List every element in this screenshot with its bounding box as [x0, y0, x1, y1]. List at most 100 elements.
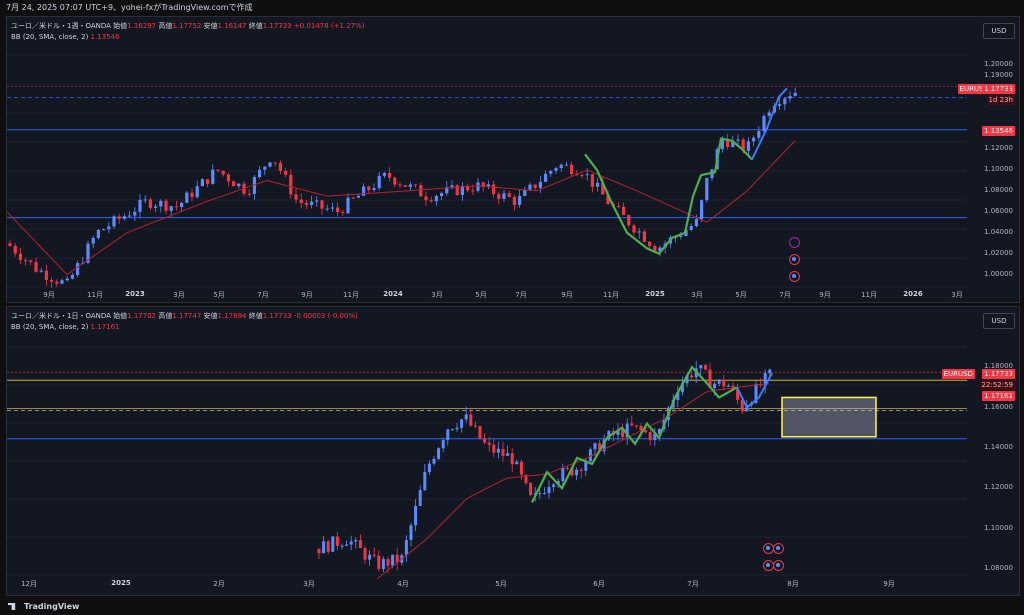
candle-body [232, 181, 236, 187]
candle-body [518, 195, 522, 205]
economic-event-icon[interactable] [773, 543, 784, 554]
candle-body [174, 206, 178, 208]
candle-body [630, 423, 634, 426]
candle-body [289, 174, 293, 195]
time-axis-tick: 7月 [687, 580, 699, 588]
time-axis-tick: 11月 [861, 291, 877, 299]
ohlc-open-value: 1.17702 [127, 312, 157, 320]
candle-body [703, 365, 707, 370]
candle-body [70, 275, 74, 279]
ohlc-open-key: 始値 [113, 312, 128, 320]
candle-body [154, 206, 158, 208]
weekly-candles[interactable] [7, 17, 1019, 302]
time-axis-tick: 5月 [495, 580, 507, 588]
price-axis-tick: 1.16000 [984, 402, 1013, 411]
candle-body [320, 200, 324, 209]
time-axis-tick: 2024 [383, 290, 403, 298]
candle-body [381, 559, 385, 570]
time-axis-tick: 9月 [43, 291, 55, 299]
brand-label: TradingView [24, 602, 80, 611]
candle-body [8, 243, 12, 246]
ohlc-open-key: 始値 [113, 22, 128, 30]
candle-body [429, 200, 433, 202]
candle-body [502, 193, 506, 199]
candle-body [143, 199, 147, 201]
time-axis-tick: 6月 [593, 580, 605, 588]
candle-body [523, 189, 527, 196]
candle-body [326, 541, 330, 552]
candle-body [190, 192, 194, 198]
lightning-event-icon[interactable] [789, 237, 800, 248]
weekly-chart-pane[interactable]: ユーロ／米ドル・1週・OANDA 始値1.16297 高値1.17752 安値1… [6, 16, 1020, 303]
legend-title: ユーロ／米ドル・1日・OANDA [11, 312, 111, 320]
candle-body [310, 201, 314, 205]
ohlc-low-value: 1.17694 [217, 312, 247, 320]
candle-body [726, 385, 730, 387]
candle-body [346, 197, 350, 214]
ohlc-low-key: 安値 [203, 22, 218, 30]
candle-body [460, 419, 464, 428]
time-axis-tick: 4月 [397, 580, 409, 588]
time-axis-tick: 2025 [111, 579, 131, 587]
candle-body [325, 208, 329, 210]
candle-body [767, 112, 771, 116]
candle-body [356, 195, 360, 198]
candle-body [700, 200, 704, 220]
time-axis-tick: 3月 [303, 580, 315, 588]
candle-body [440, 193, 444, 197]
candle-body [768, 369, 772, 374]
candle-body [757, 131, 761, 138]
time-axis-tick: 5月 [475, 291, 487, 299]
time-axis-tick: 11月 [603, 291, 619, 299]
candle-body [529, 483, 533, 495]
candle-body [423, 471, 427, 491]
symbol-tag: EURUSD [941, 369, 975, 379]
candle-body [575, 469, 579, 476]
bb-label: BB (20, SMA, close, 2) [11, 33, 89, 41]
price-axis-tick: 1.19000 [984, 70, 1013, 79]
target-zone-box [781, 396, 877, 438]
candle-body [552, 484, 556, 487]
time-axis-tick: 5月 [213, 291, 225, 299]
daily-chart-pane[interactable]: ユーロ／米ドル・1日・OANDA 始値1.17702 高値1.17747 安値1… [6, 306, 1020, 596]
candle-body [450, 185, 454, 188]
candle-body [561, 468, 565, 481]
last-price-tag: 1.17733 [982, 84, 1015, 94]
candle-body [783, 98, 787, 105]
ohlc-high-key: 高値 [158, 22, 173, 30]
currency-button[interactable]: USD [983, 23, 1015, 39]
candle-body [424, 196, 428, 201]
candle-body [455, 427, 459, 430]
currency-button[interactable]: USD [983, 313, 1015, 329]
candle-body [268, 162, 272, 167]
candle-body [580, 175, 584, 177]
candle-body [717, 379, 721, 384]
time-axis-tick: 3月 [431, 291, 443, 299]
flag-event-icon[interactable] [773, 560, 784, 571]
candle-body [538, 493, 542, 495]
candle-body [322, 541, 326, 554]
ohlc-close-key: 終値 [248, 312, 263, 320]
tradingview-footer: TradingView [0, 598, 1024, 615]
daily-candles[interactable] [7, 307, 1019, 595]
candle-body [627, 215, 631, 226]
ohlc-low-value: 1.16147 [217, 22, 247, 30]
candle-body [434, 196, 438, 202]
candle-body [403, 185, 407, 187]
candle-body [689, 226, 693, 230]
ohlc-high-key: 高値 [158, 312, 173, 320]
ohlc-close-value: 1.17733 [262, 22, 292, 30]
candle-body [639, 425, 643, 431]
candle-body [469, 414, 473, 426]
candle-body [437, 448, 441, 459]
economic-event-icon[interactable] [789, 254, 800, 265]
flag-event-icon[interactable] [789, 271, 800, 282]
countdown-tag: 22:52:59 [979, 380, 1015, 390]
candle-body [330, 207, 334, 209]
candle-body [180, 202, 184, 208]
candle-body [102, 229, 106, 231]
candle-body [427, 463, 431, 472]
time-axis-tick: 2025 [645, 290, 665, 298]
candle-body [351, 197, 355, 199]
candle-body [471, 190, 475, 192]
